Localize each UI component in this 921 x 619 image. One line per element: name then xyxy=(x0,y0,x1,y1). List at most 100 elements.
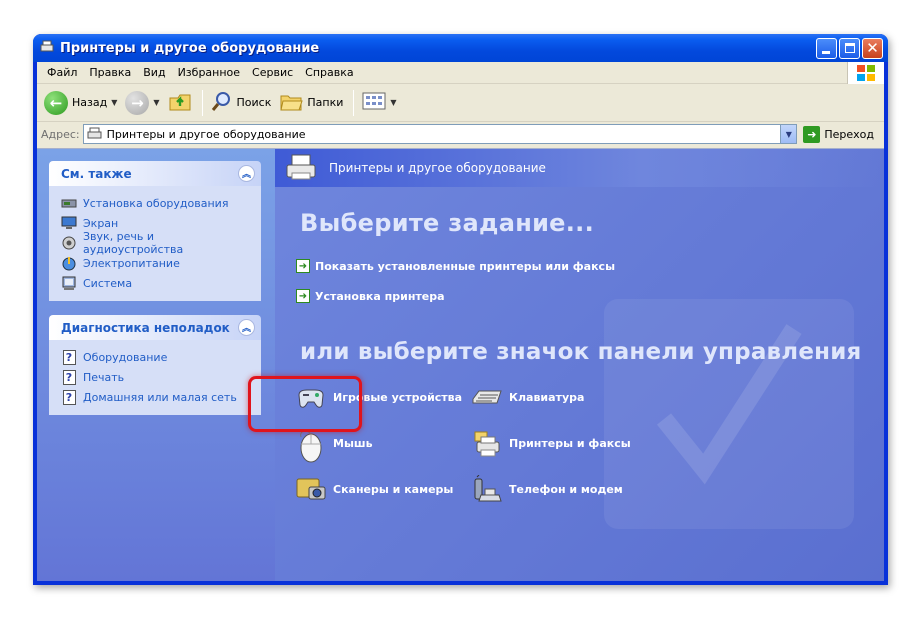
menu-bar: Файл Правка Вид Избранное Сервис Справка xyxy=(37,62,884,84)
views-button[interactable]: ▼ xyxy=(359,89,399,116)
control-panel-heading: или выберите значок панели управления xyxy=(300,339,862,365)
minimize-icon xyxy=(822,51,830,54)
cp-mouse[interactable]: Мышь xyxy=(295,429,373,463)
go-button[interactable]: ➜ Переход xyxy=(803,125,874,143)
link-hardware-install[interactable]: Установка оборудования xyxy=(61,193,251,213)
collapse-chevron-icon[interactable]: ︽ xyxy=(238,165,255,182)
link-label: Домашняя или малая сеть xyxy=(83,390,237,404)
go-label: Переход xyxy=(824,127,874,141)
forward-dropdown-icon[interactable]: ▼ xyxy=(153,98,159,107)
display-icon xyxy=(61,215,77,231)
link-label: Печать xyxy=(83,370,125,384)
maximize-icon xyxy=(845,43,855,53)
hardware-icon xyxy=(61,195,77,211)
search-label: Поиск xyxy=(236,96,272,109)
minimize-button[interactable] xyxy=(816,38,837,59)
menu-tools[interactable]: Сервис xyxy=(246,64,299,81)
menu-view[interactable]: Вид xyxy=(137,64,171,81)
category-printer-icon xyxy=(285,151,319,185)
address-value: Принтеры и другое оборудование xyxy=(106,127,306,141)
link-troubleshoot-printing[interactable]: ? Печать xyxy=(61,367,251,387)
back-dropdown-icon[interactable]: ▼ xyxy=(111,98,117,107)
background-watermark xyxy=(604,299,854,529)
link-label: Экран xyxy=(83,216,119,230)
cp-label: Сканеры и камеры xyxy=(333,482,454,496)
category-header: Принтеры и другое оборудование xyxy=(275,149,884,187)
window-title: Принтеры и другое оборудование xyxy=(60,40,320,56)
system-icon xyxy=(61,275,77,291)
windows-logo-icon xyxy=(847,62,884,84)
close-button[interactable]: ✕ xyxy=(862,38,883,59)
keyboard-icon xyxy=(471,383,503,411)
views-icon xyxy=(362,91,386,114)
link-power[interactable]: Электропитание xyxy=(61,253,251,273)
link-system[interactable]: Система xyxy=(61,273,251,293)
see-also-panel: См. также ︽ Установка оборудования Экран xyxy=(49,161,261,301)
link-troubleshoot-hardware[interactable]: ? Оборудование xyxy=(61,347,251,367)
mouse-highlight-box xyxy=(248,376,362,432)
maximize-button[interactable] xyxy=(839,38,860,59)
window-body: Файл Правка Вид Избранное Сервис Справка… xyxy=(37,62,884,581)
troubleshoot-panel: Диагностика неполадок ︽ ? Оборудование ?… xyxy=(49,315,261,415)
task-show-printers[interactable]: ➜ Показать установленные принтеры или фа… xyxy=(296,259,615,273)
task-label: Установка принтера xyxy=(315,289,445,303)
content-area: См. также ︽ Установка оборудования Экран xyxy=(37,148,884,581)
help-icon: ? xyxy=(62,349,76,365)
menu-edit[interactable]: Правка xyxy=(83,64,137,81)
cp-label: Мышь xyxy=(333,436,373,450)
task-heading: Выберите задание... xyxy=(300,209,595,237)
up-folder-icon xyxy=(168,90,192,115)
sound-icon xyxy=(61,235,77,251)
task-arrow-icon: ➜ xyxy=(296,259,310,273)
task-pane: См. также ︽ Установка оборудования Экран xyxy=(37,149,275,581)
link-troubleshoot-network[interactable]: ? Домашняя или малая сеть xyxy=(61,387,251,407)
link-label: Установка оборудования xyxy=(83,196,229,210)
folders-icon xyxy=(279,90,304,115)
task-label: Показать установленные принтеры или факс… xyxy=(315,259,616,273)
folders-button[interactable]: Папки xyxy=(276,88,346,117)
scanner-icon xyxy=(295,475,327,503)
menu-file[interactable]: Файл xyxy=(41,64,83,81)
folders-label: Папки xyxy=(307,96,344,109)
menu-favorites[interactable]: Избранное xyxy=(172,64,246,81)
close-icon: ✕ xyxy=(866,39,879,57)
title-bar[interactable]: Принтеры и другое оборудование ✕ xyxy=(33,34,888,62)
cp-label: Принтеры и факсы xyxy=(509,436,631,450)
search-button[interactable]: Поиск xyxy=(208,88,275,117)
cp-scanners-cameras[interactable]: Сканеры и камеры xyxy=(295,475,453,503)
menu-help[interactable]: Справка xyxy=(299,64,359,81)
task-arrow-icon: ➜ xyxy=(296,289,310,303)
link-label: Система xyxy=(83,276,133,290)
toolbar-separator xyxy=(201,89,203,116)
power-icon xyxy=(61,255,77,271)
link-label: Электропитание xyxy=(83,256,180,270)
address-bar: Адрес: Принтеры и другое оборудование ▼ … xyxy=(37,122,884,146)
help-icon: ? xyxy=(62,369,76,385)
category-title: Принтеры и другое оборудование xyxy=(329,161,546,175)
views-dropdown-icon[interactable]: ▼ xyxy=(390,98,396,107)
address-label: Адрес: xyxy=(41,127,80,141)
mouse-icon xyxy=(295,429,327,463)
address-input[interactable]: Принтеры и другое оборудование ▼ xyxy=(82,124,798,144)
collapse-chevron-icon[interactable]: ︽ xyxy=(238,319,255,336)
link-label: Звук, речь и аудиоустройства xyxy=(83,230,184,256)
search-icon xyxy=(211,90,233,115)
see-also-header[interactable]: См. также ︽ xyxy=(49,161,261,186)
cp-label: Клавиатура xyxy=(509,390,585,404)
cp-phone-modem[interactable]: Телефон и модем xyxy=(471,474,623,503)
cp-keyboard[interactable]: Клавиатура xyxy=(471,383,584,411)
up-folder-button[interactable] xyxy=(165,88,195,117)
category-pane: Принтеры и другое оборудование Выберите … xyxy=(275,149,884,581)
cp-printers-faxes[interactable]: Принтеры и факсы xyxy=(471,429,631,457)
see-also-title: См. также xyxy=(61,166,132,181)
window-icon xyxy=(39,38,55,58)
back-button[interactable]: ← Назад ▼ xyxy=(41,89,120,117)
forward-button[interactable]: → ▼ xyxy=(122,89,162,117)
help-icon: ? xyxy=(62,389,76,405)
address-dropdown-icon[interactable]: ▼ xyxy=(780,125,797,143)
troubleshoot-header[interactable]: Диагностика неполадок ︽ xyxy=(49,315,261,340)
link-sound[interactable]: Звук, речь и аудиоустройства xyxy=(61,230,251,256)
troubleshoot-title: Диагностика неполадок xyxy=(61,320,230,335)
task-install-printer[interactable]: ➜ Установка принтера xyxy=(296,289,445,303)
cp-label: Телефон и модем xyxy=(509,482,623,496)
